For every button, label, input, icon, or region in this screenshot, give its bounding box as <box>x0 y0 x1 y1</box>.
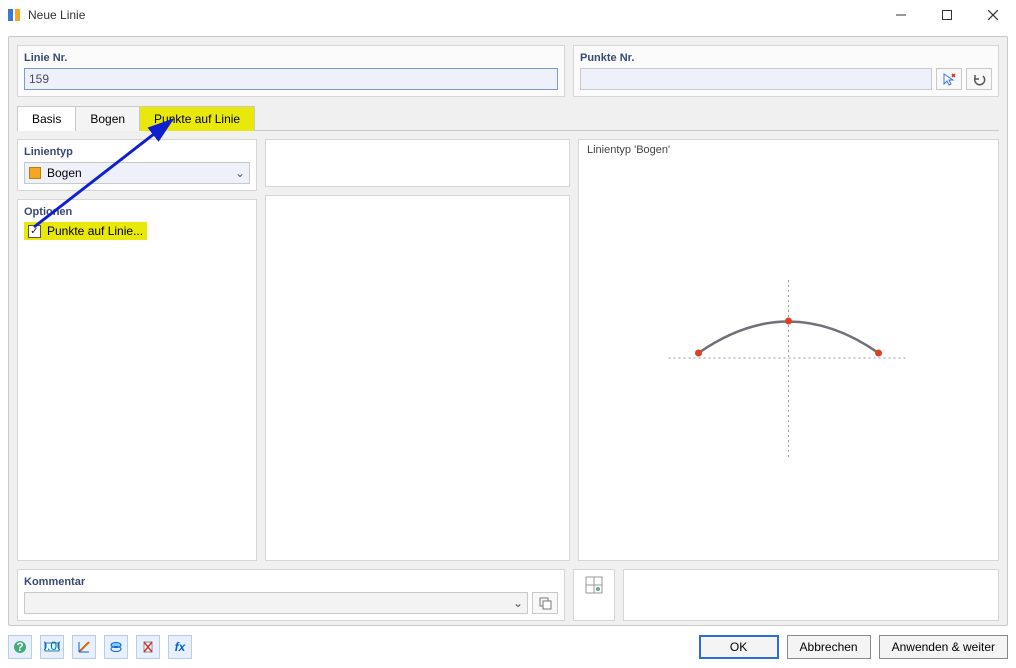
layer-button[interactable] <box>104 635 128 659</box>
svg-text:fx: fx <box>175 640 187 654</box>
linie-nr-group: Linie Nr. <box>17 45 565 97</box>
maximize-button[interactable] <box>924 0 970 30</box>
kommentar-label: Kommentar <box>24 576 558 588</box>
delete-button[interactable] <box>136 635 160 659</box>
minimize-button[interactable] <box>878 0 924 30</box>
chevron-down-icon: ⌄ <box>513 596 523 610</box>
linientyp-panel: Linientyp Bogen ⌄ <box>17 139 257 191</box>
tab-punkte-auf-linie[interactable]: Punkte auf Linie <box>139 106 255 131</box>
preview-canvas <box>579 140 998 560</box>
punkte-nr-label: Punkte Nr. <box>580 52 992 64</box>
linientyp-label: Linientyp <box>24 146 250 158</box>
units-button[interactable]: 0.00 <box>40 635 64 659</box>
preview-grid-button[interactable] <box>573 569 615 621</box>
optionen-panel: Optionen ✓ Punkte auf Linie... <box>17 199 257 561</box>
punkte-auf-linie-checkbox-label: Punkte auf Linie... <box>47 224 143 238</box>
chevron-down-icon: ⌄ <box>235 166 245 180</box>
punkte-nr-input[interactable] <box>580 68 932 90</box>
punkte-nr-group: Punkte Nr. <box>573 45 999 97</box>
undo-button[interactable] <box>966 68 992 90</box>
tab-row: Basis Bogen Punkte auf Linie <box>17 105 999 131</box>
linientyp-value: Bogen <box>47 166 82 180</box>
pick-cursor-button[interactable] <box>936 68 962 90</box>
cancel-button[interactable]: Abbrechen <box>787 635 871 659</box>
checkbox-checked-icon: ✓ <box>28 225 41 238</box>
mid-top-panel <box>265 139 570 187</box>
fx-button[interactable]: fx <box>168 635 192 659</box>
linientyp-select[interactable]: Bogen ⌄ <box>24 162 250 184</box>
apply-continue-button[interactable]: Anwenden & weiter <box>879 635 1008 659</box>
close-button[interactable] <box>970 0 1016 30</box>
window-title: Neue Linie <box>28 8 878 22</box>
app-icon <box>6 7 22 23</box>
tab-basis[interactable]: Basis <box>17 106 76 131</box>
linie-nr-label: Linie Nr. <box>24 52 558 64</box>
linie-nr-input[interactable] <box>24 68 558 90</box>
dialog-body: Linie Nr. Punkte Nr. Basis Bogen Punkte … <box>8 36 1008 626</box>
punkte-auf-linie-checkbox-row[interactable]: ✓ Punkte auf Linie... <box>24 222 147 240</box>
preview-footer-panel <box>623 569 999 621</box>
measure-button[interactable] <box>72 635 96 659</box>
kommentar-select[interactable]: ⌄ <box>24 592 528 614</box>
mid-bottom-panel <box>265 195 570 561</box>
tab-bogen[interactable]: Bogen <box>75 106 140 131</box>
help-button[interactable]: ? <box>8 635 32 659</box>
ok-button[interactable]: OK <box>699 635 779 659</box>
titlebar: Neue Linie <box>0 0 1016 30</box>
linientyp-swatch-icon <box>29 167 41 179</box>
bottom-bar: ? 0.00 fx OK Abbrechen Anwenden & weiter <box>8 632 1008 662</box>
kommentar-copy-button[interactable] <box>532 592 558 614</box>
kommentar-panel: Kommentar ⌄ <box>17 569 565 621</box>
preview-panel: Linientyp 'Bogen' <box>578 139 999 561</box>
svg-text:0.00: 0.00 <box>44 640 60 653</box>
optionen-label: Optionen <box>24 206 250 218</box>
svg-text:?: ? <box>16 640 23 654</box>
